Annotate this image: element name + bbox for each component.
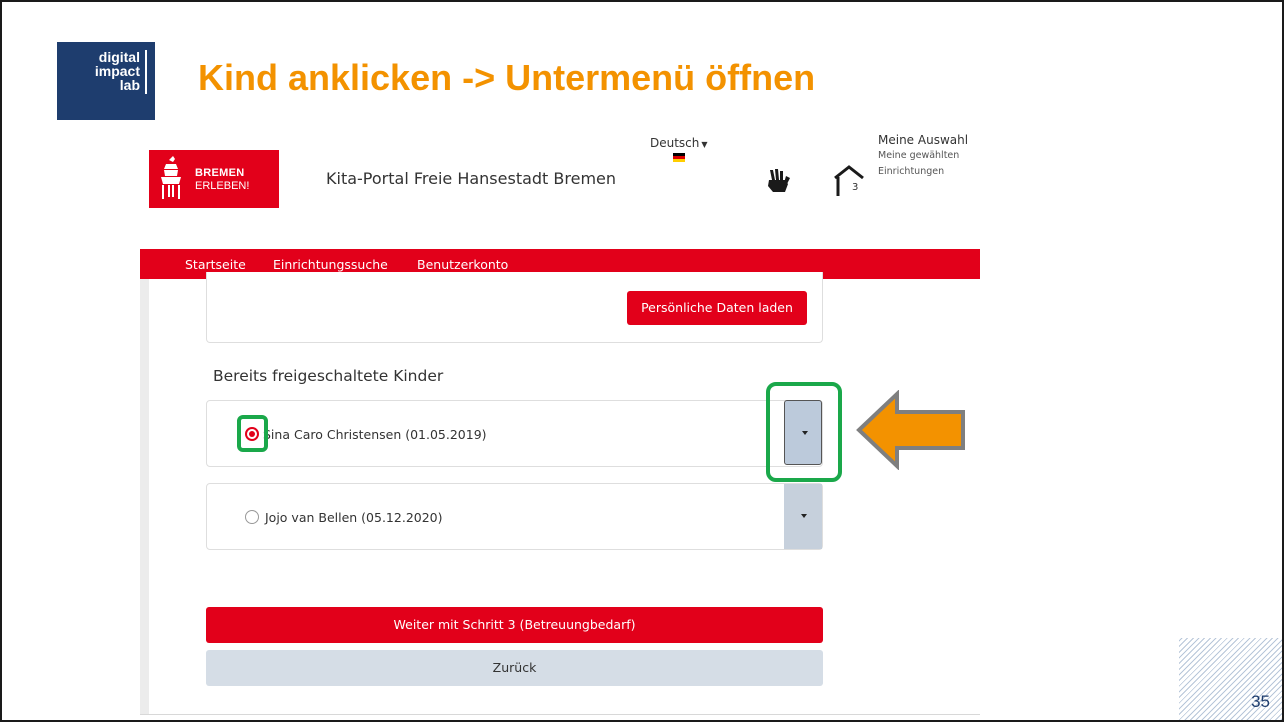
portal-title: Kita-Portal Freie Hansestadt Bremen — [326, 169, 617, 188]
nav-item-startseite[interactable]: Startseite — [185, 257, 246, 272]
highlight-radio — [237, 415, 268, 452]
sign-language-icon[interactable] — [764, 166, 794, 196]
child-submenu-toggle[interactable] — [784, 484, 822, 549]
brand-wordmark: BREMEN ERLEBEN! — [195, 167, 250, 192]
language-dropdown[interactable]: Deutsch ▼ — [650, 136, 708, 162]
logo-bar — [145, 50, 147, 94]
nav-item-einrichtungssuche[interactable]: Einrichtungssuche — [273, 257, 388, 272]
my-selection-subtitle: Meine gewählten Einrichtungen — [878, 150, 960, 177]
digital-impact-lab-logo: digital impact lab — [57, 42, 155, 120]
my-selection-link[interactable]: Meine Auswahl Meine gewählten Einrichtun… — [878, 132, 978, 180]
back-button[interactable]: Zurück — [206, 650, 823, 686]
child-label[interactable]: Sina Caro Christensen (01.05.2019) — [263, 427, 487, 442]
nav-item-benutzerkonto[interactable]: Benutzerkonto — [417, 257, 508, 272]
selection-count: 3 — [852, 182, 859, 193]
load-personal-data-button[interactable]: Persönliche Daten laden — [627, 291, 807, 325]
caret-down-icon: ▼ — [701, 140, 708, 149]
my-selection-title: Meine Auswahl — [878, 133, 969, 147]
slide-title: Kind anklicken -> Untermenü öffnen — [198, 57, 816, 98]
bremen-erleben-logo[interactable]: BREMEN ERLEBEN! — [149, 150, 279, 208]
child-label[interactable]: Jojo van Bellen (05.12.2020) — [265, 510, 443, 525]
highlight-dropdown — [766, 382, 842, 482]
next-step-button[interactable]: Weiter mit Schritt 3 (Betreuungbedarf) — [206, 607, 823, 643]
page-number-panel: 35 — [1179, 638, 1282, 720]
arrow-left-icon — [856, 390, 965, 470]
caret-down-icon — [801, 514, 807, 518]
child-radio[interactable] — [245, 510, 259, 524]
slide: digital impact lab Kind anklicken -> Unt… — [0, 0, 1284, 722]
content-left-rail — [140, 279, 149, 714]
page-number: 35 — [1251, 692, 1270, 711]
logo-text: digital impact lab — [94, 49, 140, 93]
unlocked-children-heading: Bereits freigeschaltete Kinder — [213, 367, 444, 385]
house-icon[interactable] — [832, 164, 866, 198]
german-flag-icon — [672, 153, 685, 162]
town-musicians-icon — [161, 156, 181, 199]
language-label: Deutsch — [650, 136, 700, 150]
